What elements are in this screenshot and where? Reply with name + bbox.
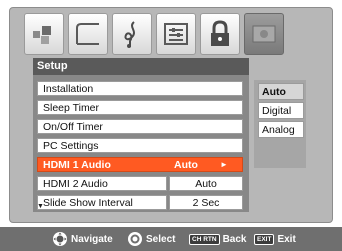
menu-item-installation[interactable]: Installation [37, 81, 243, 96]
nav-hint-label: Back [222, 233, 247, 245]
dpad-icon [53, 232, 67, 246]
nav-hint-label: Navigate [71, 233, 113, 245]
picture-icon[interactable] [24, 13, 64, 55]
menu-item-pc-settings[interactable]: PC Settings [37, 138, 243, 153]
menu-item-label: HDMI 1 Audio [43, 159, 111, 171]
option-analog[interactable]: Analog [258, 121, 304, 138]
option-digital[interactable]: Digital [258, 102, 304, 119]
nav-hint-select: Select [127, 227, 175, 251]
exit-button-icon: EXIT [254, 233, 275, 245]
menu-item-label: On/Off Timer [43, 121, 103, 133]
enter-button-icon [128, 232, 142, 246]
hdmi1-audio-value: Auto [174, 159, 198, 171]
setup-icon[interactable] [244, 13, 284, 55]
menu-item-hdmi1-audio[interactable]: HDMI 1 Audio Auto ► [37, 157, 243, 172]
nav-help-bar: Navigate Select CH RTN Back EXIT Exit [0, 227, 342, 251]
setup-menu: Installation Sleep Timer On/Off Timer PC… [33, 75, 249, 212]
screen-icon[interactable] [68, 13, 108, 55]
menu-item-on-off-timer[interactable]: On/Off Timer [37, 119, 243, 134]
nav-hint-navigate: Navigate [52, 227, 113, 251]
scroll-down-icon[interactable]: ▼ [37, 203, 44, 210]
menu-item-label: Slide Show Interval [37, 195, 167, 210]
menu-item-label: PC Settings [43, 140, 99, 152]
menu-item-label: HDMI 2 Audio [37, 176, 167, 191]
menu-item-label: Sleep Timer [43, 102, 100, 114]
menu-item-hdmi2-audio[interactable]: HDMI 2 Audio Auto [37, 176, 243, 191]
audio-icon[interactable] [112, 13, 152, 55]
hdmi2-audio-value: Auto [169, 176, 243, 191]
menu-item-slide-show-interval[interactable]: Slide Show Interval 2 Sec [37, 195, 243, 210]
tv-menu-screen: Setup Installation Sleep Timer On/Off Ti… [0, 0, 342, 251]
menu-item-sleep-timer[interactable]: Sleep Timer [37, 100, 243, 115]
setup-title: Setup [33, 58, 249, 75]
ch-rtn-button-icon: CH RTN [189, 233, 220, 245]
lock-icon[interactable] [200, 13, 240, 55]
submenu-arrow-icon: ► [220, 160, 228, 169]
nav-hint-label: Select [146, 233, 176, 245]
preferences-icon[interactable] [156, 13, 196, 55]
slide-show-interval-value: 2 Sec [169, 195, 243, 210]
nav-hint-back: CH RTN Back [189, 227, 246, 251]
hdmi1-audio-options: Auto Digital Analog [254, 80, 306, 168]
option-auto[interactable]: Auto [258, 83, 304, 100]
nav-hint-label: Exit [277, 233, 296, 245]
menu-item-label: Installation [43, 83, 94, 95]
nav-hint-exit: EXIT Exit [254, 227, 296, 251]
